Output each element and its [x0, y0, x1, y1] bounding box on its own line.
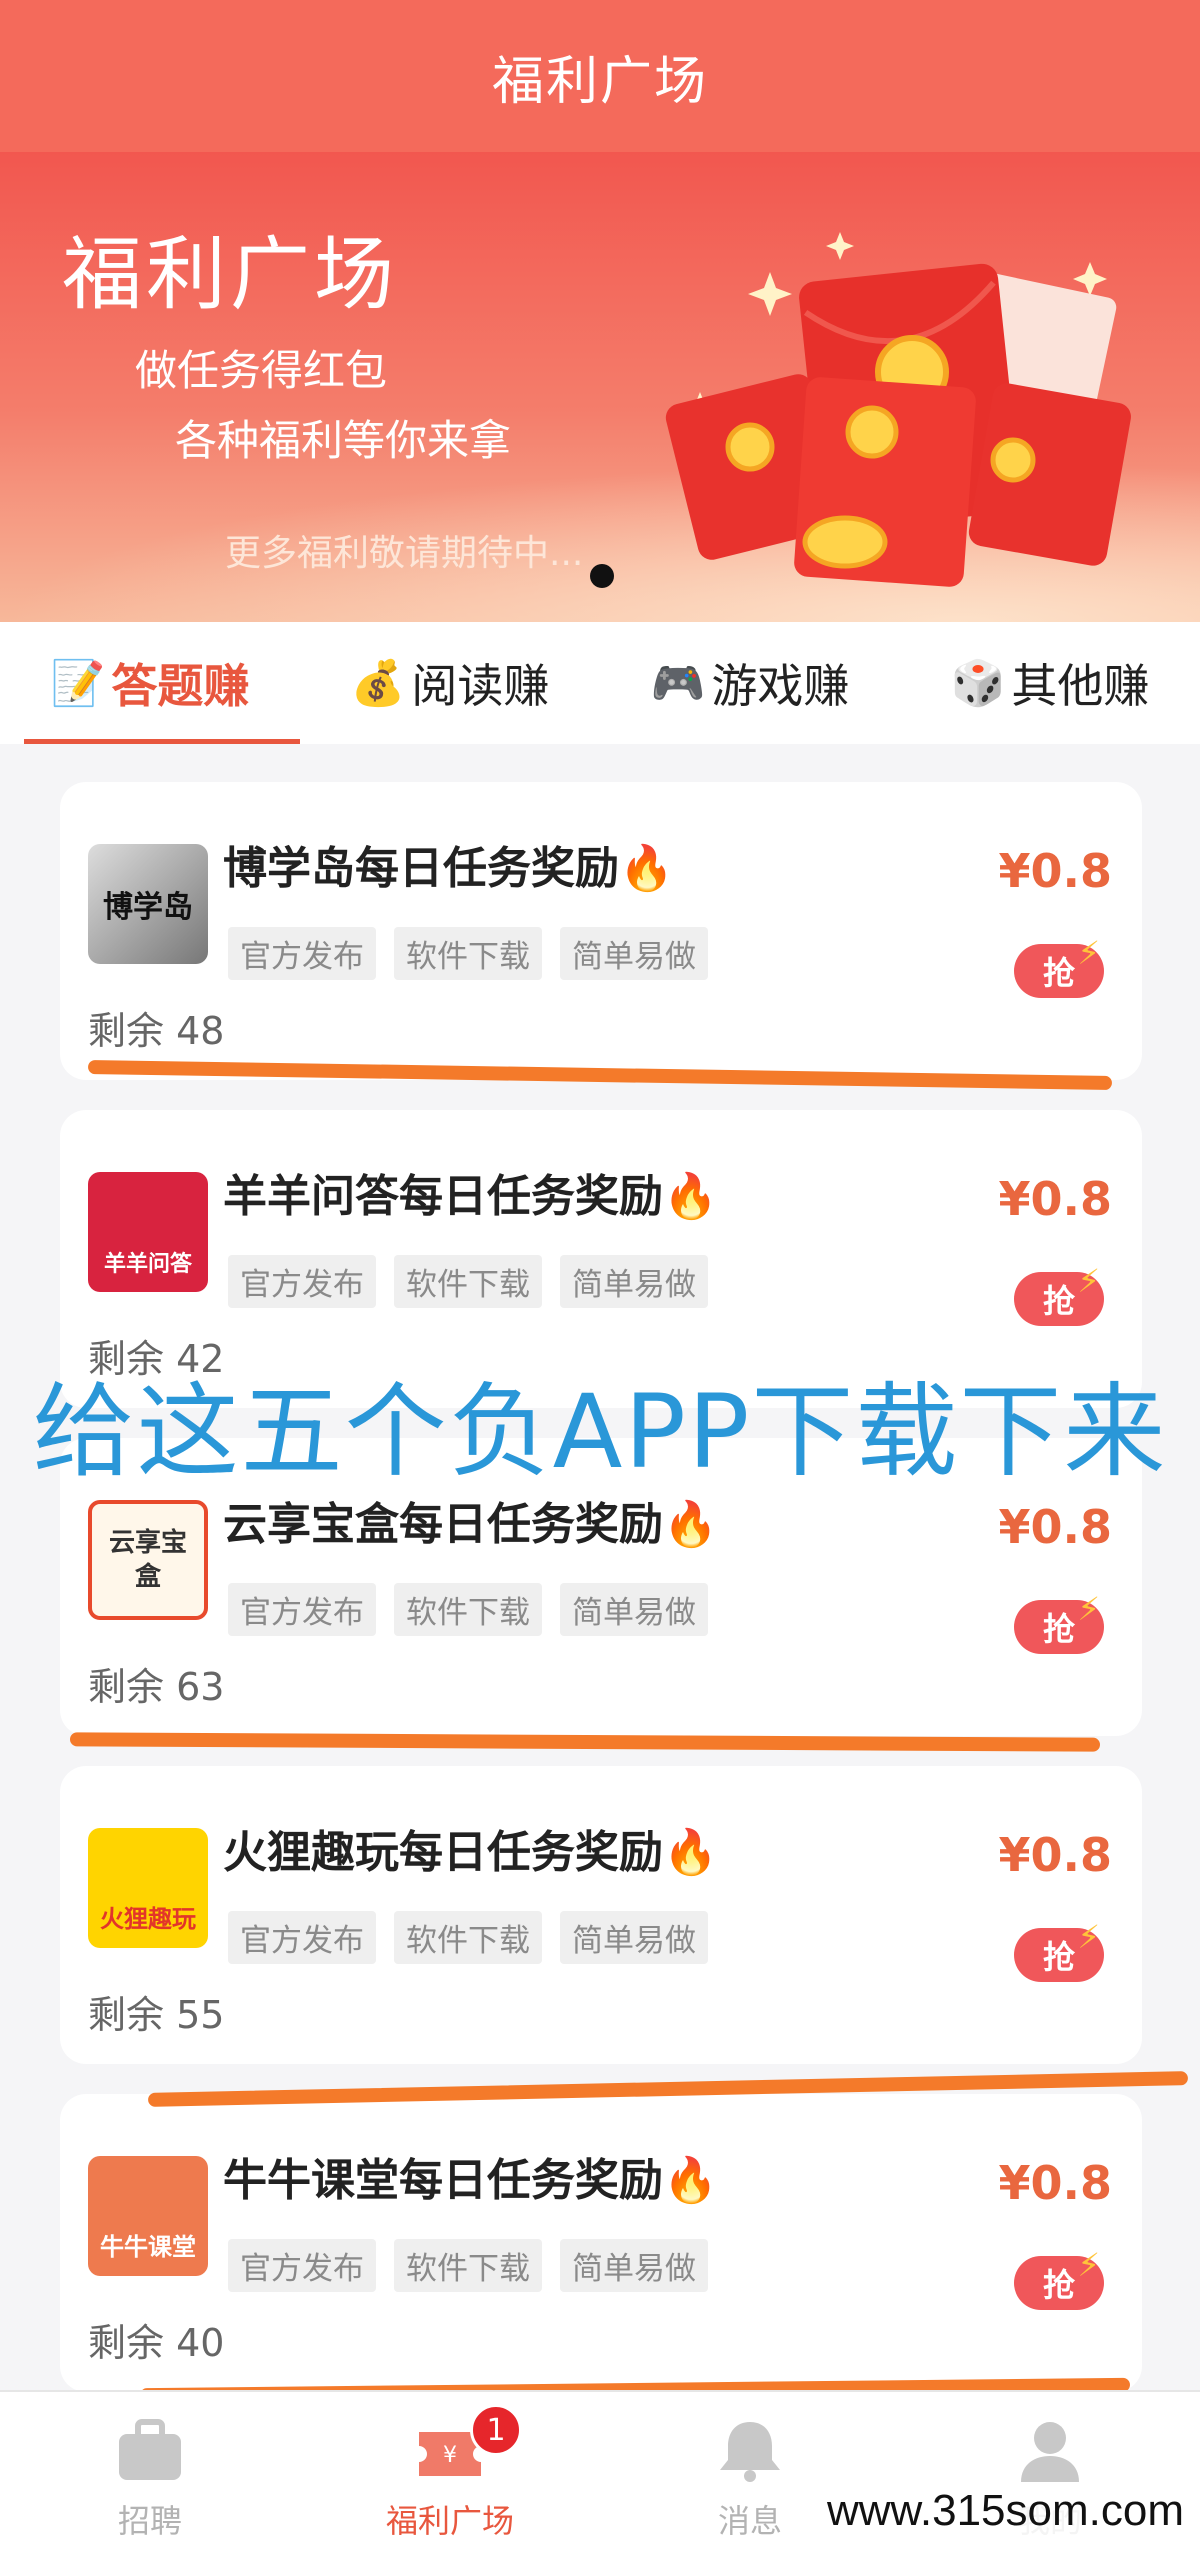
banner-subtitle-1: 做任务得红包 [135, 346, 388, 395]
reward-price: ¥0.8 [998, 1500, 1113, 1554]
dice-icon: 🎲 [950, 658, 1006, 709]
category-tabs: 📝 答题赚 💰 阅读赚 🎮 游戏赚 🎲 其他赚 [0, 622, 1200, 744]
briefcase-icon [119, 2419, 181, 2480]
promo-banner[interactable]: 福利广场 做任务得红包 各种福利等你来拿 更多福利敬请期待中... [0, 152, 1200, 622]
app-logo: 博学岛 [88, 844, 208, 964]
tab-game-earn[interactable]: 🎮 游戏赚 [600, 622, 900, 744]
reward-price: ¥0.8 [998, 2156, 1113, 2210]
nav-item-jobs[interactable]: 招聘 [0, 2392, 300, 2554]
grab-button[interactable]: 抢 ⚡ [1014, 1918, 1104, 1982]
lightning-icon: ⚡ [1077, 2246, 1100, 2284]
tag: 简单易做 [560, 1583, 708, 1636]
tag: 软件下载 [394, 1911, 542, 1964]
task-tags: 官方发布 软件下载 简单易做 [228, 1255, 708, 1308]
tag: 简单易做 [560, 1911, 708, 1964]
app-logo: 云享宝盒 [88, 1500, 208, 1620]
banner-subtitle-2: 各种福利等你来拿 [175, 416, 512, 465]
tab-answer-earn[interactable]: 📝 答题赚 [0, 622, 300, 744]
task-title: 牛牛课堂每日任务奖励🔥 [223, 2155, 718, 2206]
red-envelope-illustration [665, 232, 1131, 587]
tag: 简单易做 [560, 2239, 708, 2292]
app-logo: 火狸趣玩 [88, 1828, 208, 1948]
task-tags: 官方发布 软件下载 简单易做 [228, 927, 708, 980]
tag: 官方发布 [228, 927, 376, 980]
remaining-count: 剩余 48 [88, 1009, 225, 1053]
lightning-icon: ⚡ [1077, 1918, 1100, 1956]
grab-label: 抢 [1042, 954, 1075, 992]
logo-text: 羊羊问答 [103, 1252, 192, 1277]
banner-title: 福利广场 [62, 228, 398, 321]
app-logo: 牛牛课堂 [88, 2156, 208, 2276]
tab-label: 游戏赚 [711, 659, 850, 713]
tag: 软件下载 [394, 2239, 542, 2292]
logo-text: 云享宝盒 [108, 1528, 187, 1592]
tag: 简单易做 [560, 1255, 708, 1308]
app-logo: 羊羊问答 [88, 1172, 208, 1292]
top-bar: 福利广场 [0, 0, 1200, 152]
nav-label: 福利广场 [385, 2502, 514, 2540]
tag: 软件下载 [394, 927, 542, 980]
money-bag-icon: 💰 [350, 658, 406, 709]
svg-text:¥: ¥ [443, 2443, 457, 2468]
user-icon [1021, 2422, 1079, 2482]
tag: 简单易做 [560, 927, 708, 980]
task-title: 云享宝盒每日任务奖励🔥 [223, 1499, 718, 1550]
tab-other-earn[interactable]: 🎲 其他赚 [900, 622, 1200, 744]
tag: 官方发布 [228, 1255, 376, 1308]
grab-label: 抢 [1042, 1282, 1075, 1320]
lightning-icon: ⚡ [1077, 1262, 1100, 1300]
reward-price: ¥0.8 [998, 844, 1113, 898]
task-card[interactable]: 火狸趣玩 火狸趣玩每日任务奖励🔥 官方发布 软件下载 简单易做 剩余 55 ¥0… [60, 1766, 1142, 2064]
logo-text: 牛牛课堂 [100, 2232, 196, 2261]
nav-label: 招聘 [117, 2502, 182, 2540]
memo-icon: 📝 [50, 658, 106, 709]
reward-price: ¥0.8 [998, 1172, 1113, 1226]
task-title: 火狸趣玩每日任务奖励🔥 [223, 1827, 718, 1878]
bell-icon [720, 2422, 780, 2482]
lightning-icon: ⚡ [1077, 1590, 1100, 1628]
grab-label: 抢 [1042, 1610, 1075, 1648]
task-tags: 官方发布 软件下载 简单易做 [228, 1911, 708, 1964]
grab-button[interactable]: 抢 ⚡ [1014, 934, 1104, 998]
nav-label: 消息 [717, 2502, 782, 2540]
nav-item-welfare[interactable]: ¥ 1 福利广场 [300, 2392, 600, 2554]
gamepad-icon: 🎮 [650, 658, 706, 709]
tag: 软件下载 [394, 1255, 542, 1308]
task-title: 羊羊问答每日任务奖励🔥 [223, 1171, 718, 1222]
banner-more-text: 更多福利敬请期待中... [225, 533, 584, 574]
tag: 官方发布 [228, 2239, 376, 2292]
watermark-text: www.315som.com [820, 2486, 1190, 2536]
tag: 官方发布 [228, 1583, 376, 1636]
task-tags: 官方发布 软件下载 简单易做 [228, 2239, 708, 2292]
logo-text: 火狸趣玩 [100, 1904, 196, 1933]
tab-label: 答题赚 [111, 659, 250, 713]
tag: 官方发布 [228, 1911, 376, 1964]
logo-text: 博学岛 [103, 890, 193, 925]
page-title: 福利广场 [491, 51, 708, 112]
grab-button[interactable]: 抢 ⚡ [1014, 2246, 1104, 2310]
task-card[interactable]: 博学岛 博学岛每日任务奖励🔥 官方发布 软件下载 简单易做 剩余 48 ¥0.8… [60, 782, 1142, 1080]
grab-button[interactable]: 抢 ⚡ [1014, 1262, 1104, 1326]
task-card[interactable]: 牛牛课堂 牛牛课堂每日任务奖励🔥 官方发布 软件下载 简单易做 剩余 40 ¥0… [60, 2094, 1142, 2392]
task-title: 博学岛每日任务奖励🔥 [223, 843, 674, 894]
tab-read-earn[interactable]: 💰 阅读赚 [300, 622, 600, 744]
remaining-count: 剩余 63 [88, 1665, 225, 1709]
task-tags: 官方发布 软件下载 简单易做 [228, 1583, 708, 1636]
reward-price: ¥0.8 [998, 1828, 1113, 1882]
tab-label: 阅读赚 [411, 659, 550, 713]
lightning-icon: ⚡ [1077, 934, 1100, 972]
remaining-count: 剩余 40 [88, 2321, 225, 2365]
tag: 软件下载 [394, 1583, 542, 1636]
notification-badge: 1 [470, 2404, 522, 2456]
remaining-count: 剩余 55 [88, 1993, 225, 2037]
annotation-text: 给这五个负APP下载下来 [32, 1373, 1168, 1492]
grab-label: 抢 [1042, 1938, 1075, 1976]
tab-label: 其他赚 [1011, 659, 1150, 713]
grab-button[interactable]: 抢 ⚡ [1014, 1590, 1104, 1654]
grab-label: 抢 [1042, 2266, 1075, 2304]
